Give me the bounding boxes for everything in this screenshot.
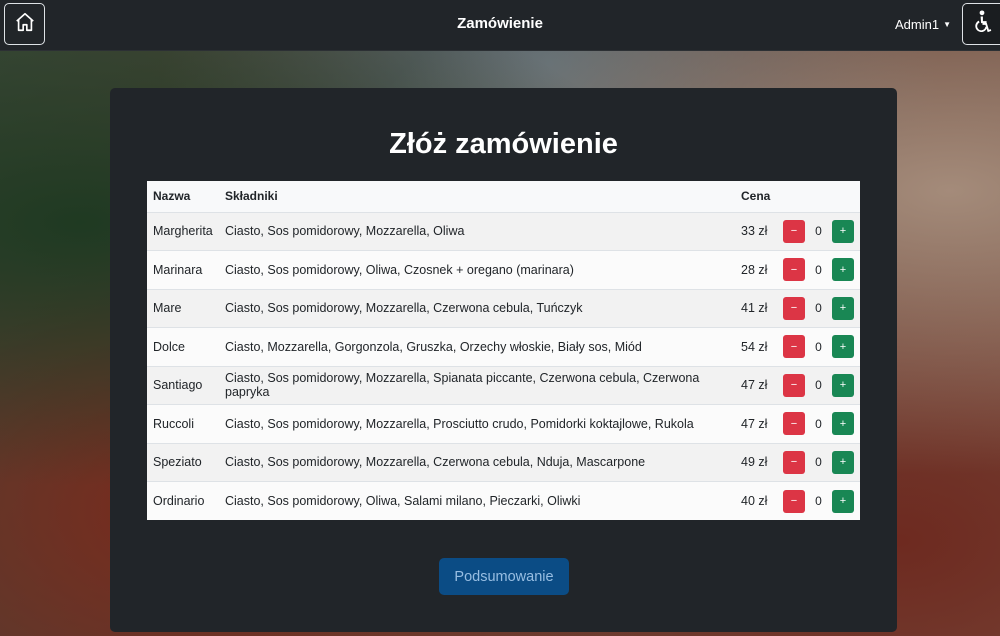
pizza-ingredients: Ciasto, Mozzarella, Gorgonzola, Gruszka,…: [219, 327, 735, 367]
pizza-ingredients: Ciasto, Sos pomidorowy, Oliwa, Czosnek +…: [219, 250, 735, 290]
table-row: Marinara Ciasto, Sos pomidorowy, Oliwa, C…: [147, 250, 860, 290]
quantity-stepper: −0 +: [783, 373, 854, 397]
pizza-name: Santiago: [147, 366, 219, 405]
user-name: Admin1: [895, 17, 940, 32]
decrease-quantity-button[interactable]: −: [783, 489, 805, 513]
pizza-price: 49 zł: [735, 443, 777, 482]
pizza-name: Speziato: [147, 443, 219, 482]
quantity-stepper: −0 +: [783, 258, 854, 282]
header-price: Cena: [735, 181, 777, 213]
table-row: Ruccoli Ciasto, Sos pomidorowy, Mozzarell…: [147, 404, 860, 444]
quantity-value: 0: [815, 262, 822, 277]
user-dropdown[interactable]: Admin1 ▼: [895, 17, 951, 32]
pizza-price: 28 zł: [735, 250, 777, 290]
table-row: Mare Ciasto, Sos pomidorowy, Mozzarella, …: [147, 289, 860, 328]
pizza-name: Dolce: [147, 327, 219, 367]
quantity-cell: −0 +: [777, 250, 860, 290]
navbar: Zamówienie Admin1 ▼: [0, 0, 1000, 51]
quantity-cell: −0 +: [777, 443, 860, 482]
decrease-quantity-button[interactable]: −: [783, 412, 805, 436]
decrease-quantity-button[interactable]: −: [783, 450, 805, 474]
quantity-stepper: −0 +: [783, 489, 854, 513]
pizza-price: 47 zł: [735, 404, 777, 444]
pizza-ingredients: Ciasto, Sos pomidorowy, Oliwa, Salami mi…: [219, 481, 735, 520]
quantity-value: 0: [815, 494, 822, 508]
header-name: Nazwa: [147, 181, 219, 213]
pizza-price: 47 zł: [735, 366, 777, 405]
pizza-name: Ruccoli: [147, 404, 219, 444]
pizza-name: Marinara: [147, 250, 219, 290]
quantity-cell: −0 +: [777, 327, 860, 367]
pizza-price: 40 zł: [735, 481, 777, 520]
pizza-name: Ordinario: [147, 481, 219, 520]
pizza-price: 41 zł: [735, 289, 777, 328]
wheelchair-icon: [971, 9, 993, 39]
increase-quantity-button[interactable]: +: [832, 412, 854, 436]
quantity-stepper: −0 +: [783, 412, 854, 436]
quantity-cell: −0 +: [777, 404, 860, 444]
increase-quantity-button[interactable]: +: [832, 296, 854, 320]
quantity-value: 0: [815, 416, 822, 431]
quantity-stepper: −0 +: [783, 296, 854, 320]
decrease-quantity-button[interactable]: −: [783, 296, 805, 320]
pizza-ingredients: Ciasto, Sos pomidorowy, Mozzarella, Czer…: [219, 443, 735, 482]
order-card: Złóż zamówienie Nazwa Składniki Cena Mar…: [110, 88, 897, 632]
summary-button[interactable]: Podsumowanie: [439, 558, 569, 595]
accessibility-button[interactable]: [962, 3, 1000, 45]
quantity-value: 0: [815, 455, 822, 470]
quantity-stepper: −0 +: [783, 335, 854, 359]
increase-quantity-button[interactable]: +: [832, 219, 854, 243]
increase-quantity-button[interactable]: +: [832, 450, 854, 474]
pizza-name: Mare: [147, 289, 219, 328]
navbar-title: Zamówienie: [457, 15, 543, 32]
quantity-cell: −0 +: [777, 366, 860, 405]
pizza-ingredients: Ciasto, Sos pomidorowy, Mozzarella, Spia…: [219, 366, 735, 405]
decrease-quantity-button[interactable]: −: [783, 373, 805, 397]
quantity-value: 0: [815, 224, 822, 239]
quantity-stepper: −0 +: [783, 450, 854, 474]
page-title: Złóż zamówienie: [389, 128, 618, 160]
quantity-value: 0: [815, 339, 822, 354]
pizza-ingredients: Ciasto, Sos pomidorowy, Mozzarella, Czer…: [219, 289, 735, 328]
decrease-quantity-button[interactable]: −: [783, 335, 805, 359]
quantity-cell: −0 +: [777, 481, 860, 520]
header-quantity: [777, 181, 860, 213]
caret-down-icon: ▼: [943, 20, 951, 29]
pizza-name: Margherita: [147, 212, 219, 251]
increase-quantity-button[interactable]: +: [832, 258, 854, 282]
header-ingredients: Składniki: [219, 181, 735, 213]
quantity-value: 0: [815, 301, 822, 316]
decrease-quantity-button[interactable]: −: [783, 258, 805, 282]
decrease-quantity-button[interactable]: −: [783, 219, 805, 243]
increase-quantity-button[interactable]: +: [832, 489, 854, 513]
quantity-cell: −0 +: [777, 212, 860, 251]
increase-quantity-button[interactable]: +: [832, 335, 854, 359]
quantity-cell: −0 +: [777, 289, 860, 328]
table-row: Santiago Ciasto, Sos pomidorowy, Mozzarel…: [147, 366, 860, 405]
table-row: Speziato Ciasto, Sos pomidorowy, Mozzarel…: [147, 443, 860, 482]
quantity-value: 0: [815, 378, 822, 393]
table-row: Ordinario Ciasto, Sos pomidorowy, Oliwa, …: [147, 481, 860, 520]
table-header-row: Nazwa Składniki Cena: [147, 181, 860, 213]
pizza-price: 54 zł: [735, 327, 777, 367]
pizza-ingredients: Ciasto, Sos pomidorowy, Mozzarella, Pros…: [219, 404, 735, 444]
quantity-stepper: −0 +: [783, 219, 854, 243]
increase-quantity-button[interactable]: +: [832, 373, 854, 397]
pizza-table: Nazwa Składniki Cena Margherita Ciasto, S…: [147, 181, 860, 520]
table-row: Dolce Ciasto, Mozzarella, Gorgonzola, Gru…: [147, 327, 860, 367]
table-row: Margherita Ciasto, Sos pomidorowy, Mozzar…: [147, 212, 860, 251]
pizza-ingredients: Ciasto, Sos pomidorowy, Mozzarella, Oliw…: [219, 212, 735, 251]
pizza-price: 33 zł: [735, 212, 777, 251]
